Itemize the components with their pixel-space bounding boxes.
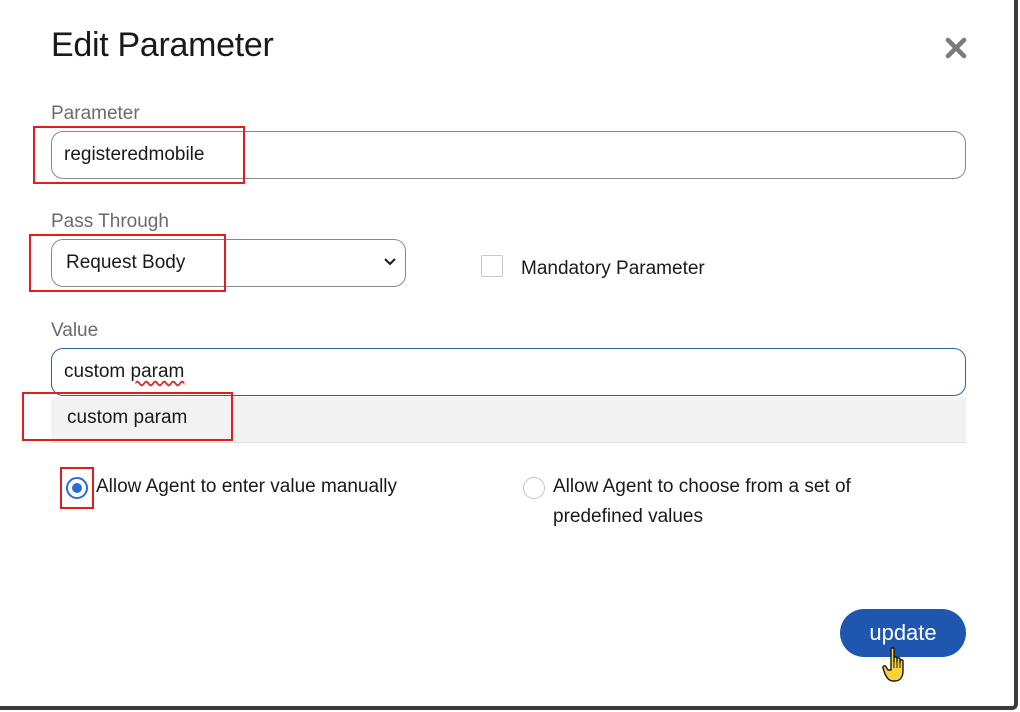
manual-entry-radio[interactable]: [66, 477, 88, 499]
chevron-down-icon: [384, 258, 396, 266]
mandatory-parameter-checkbox[interactable]: [481, 255, 503, 277]
predefined-values-label-line1: Allow Agent to choose from a set of: [553, 476, 851, 497]
dialog-title: Edit Parameter: [51, 26, 274, 64]
pass-through-label: Pass Through: [51, 211, 169, 232]
predefined-values-label-line2: predefined values: [553, 506, 703, 527]
predefined-values-radio[interactable]: [523, 477, 545, 499]
value-label: Value: [51, 320, 99, 341]
update-button-label: update: [869, 620, 937, 645]
close-icon[interactable]: [940, 32, 972, 64]
mandatory-parameter-label: Mandatory Parameter: [521, 258, 705, 279]
edit-parameter-dialog: Edit Parameter Parameter registeredmobil…: [0, 0, 1018, 710]
parameter-input-value: registeredmobile: [64, 144, 205, 165]
pass-through-select[interactable]: Request Body: [51, 239, 406, 287]
value-input[interactable]: custom param: [51, 348, 966, 396]
manual-entry-label: Allow Agent to enter value manually: [96, 476, 398, 497]
pass-through-selected-value: Request Body: [66, 252, 186, 273]
hand-cursor-icon: [882, 647, 904, 682]
value-suggestion-text: custom param: [67, 407, 188, 428]
parameter-input[interactable]: registeredmobile: [51, 131, 966, 179]
value-suggestion-item[interactable]: custom param: [51, 397, 966, 443]
parameter-label: Parameter: [51, 103, 140, 124]
value-input-text: custom param: [64, 361, 185, 382]
